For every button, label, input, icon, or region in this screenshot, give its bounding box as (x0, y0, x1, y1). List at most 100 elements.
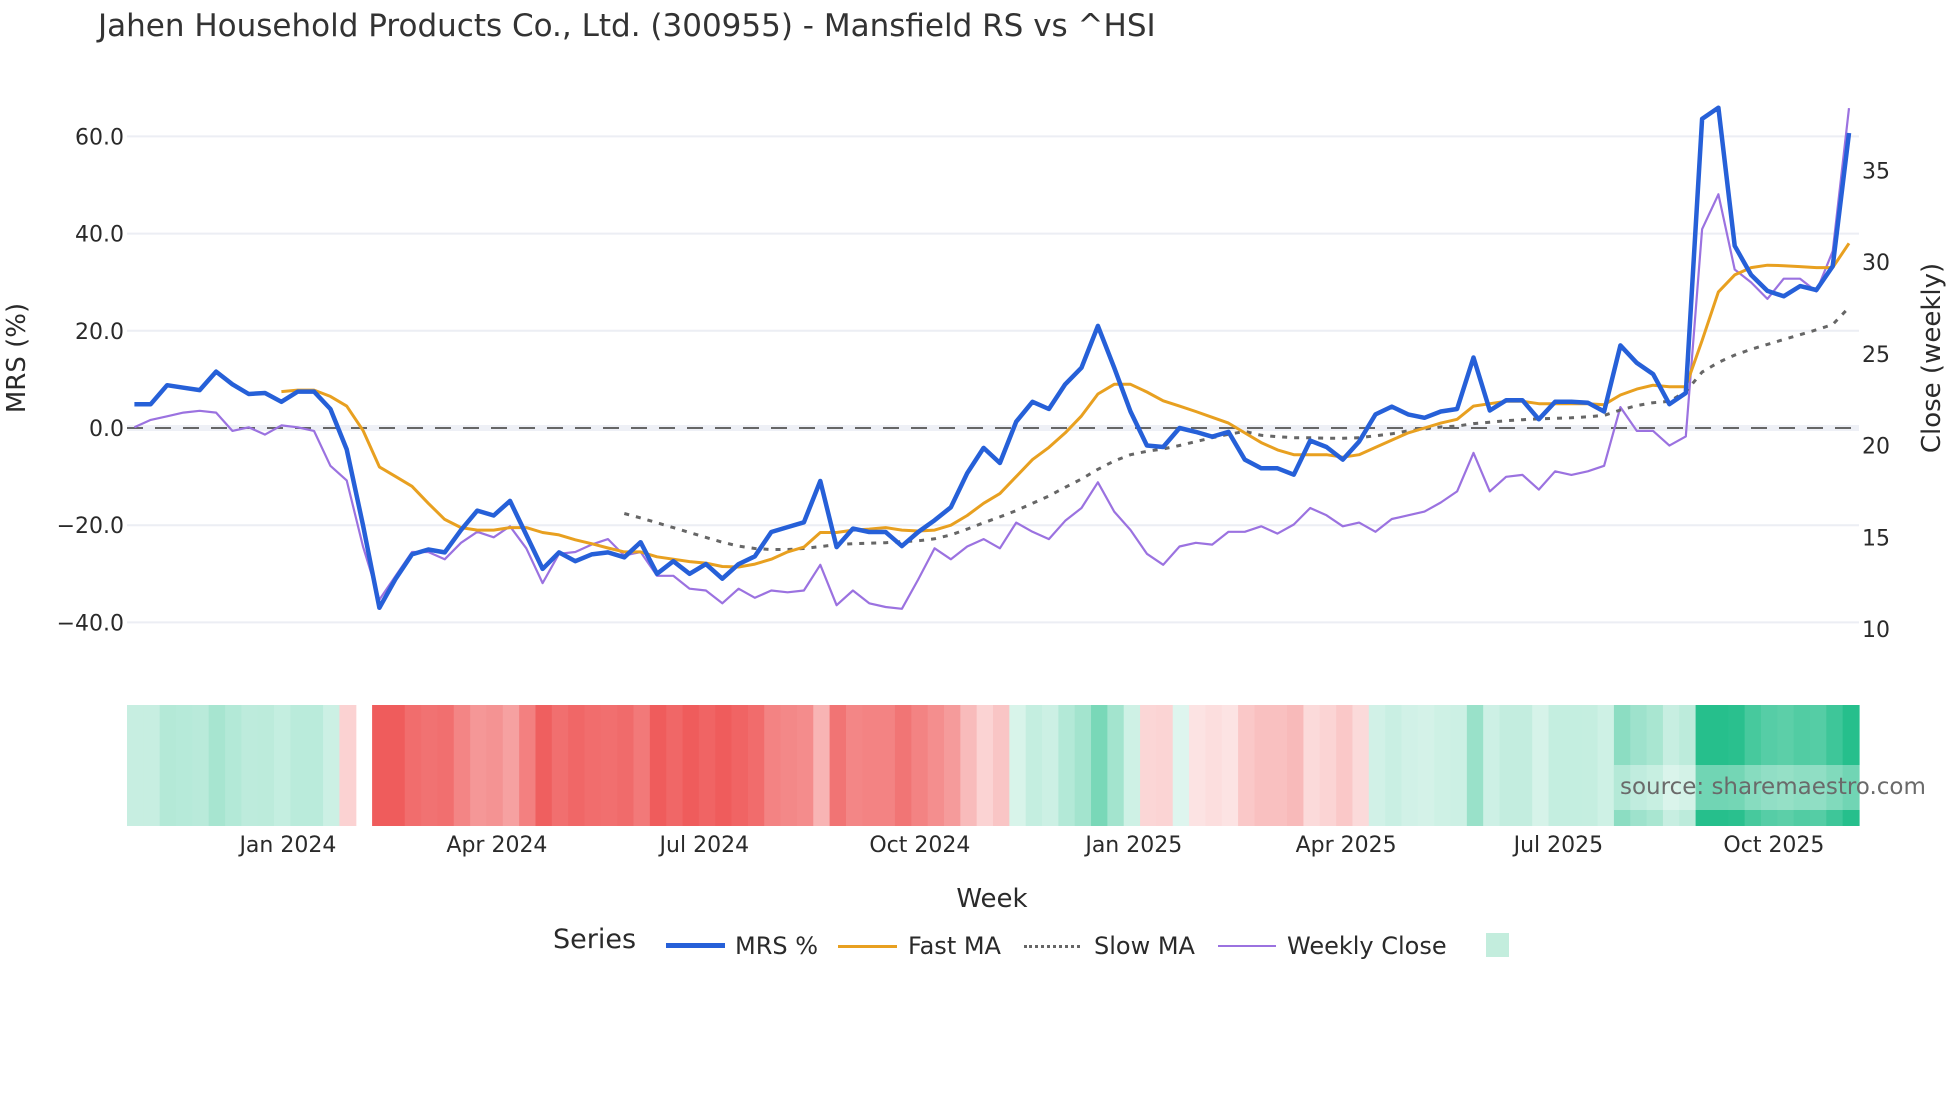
weekly-close-line (133, 107, 1851, 610)
heatmap-cell (1499, 705, 1517, 826)
heatmap-cell (600, 705, 618, 826)
legend-slow-ma-label[interactable]: Slow MA (1094, 932, 1195, 960)
heatmap-cell (1140, 705, 1157, 826)
x-tick-label: Oct 2024 (869, 833, 970, 858)
heatmap-cell (1434, 705, 1452, 826)
y2-tick-label: 20 (1862, 435, 1890, 460)
heatmap-cell (943, 705, 961, 826)
heatmap-cell (1319, 705, 1337, 826)
legend-fast-ma-label[interactable]: Fast MA (908, 932, 1001, 960)
heatmap-cell (1221, 705, 1239, 826)
legend-close-swatch[interactable] (1218, 945, 1276, 947)
heatmap-cell (780, 705, 798, 826)
heatmap-cell (486, 705, 504, 826)
heatmap-cell (274, 705, 291, 826)
heatmap-cell (1368, 705, 1386, 826)
heatmap-cell (372, 705, 390, 826)
heatmap-cell (617, 705, 635, 826)
heatmap-cell (927, 705, 945, 826)
heatmap-cell (1336, 705, 1354, 826)
heatmap-cell (1009, 705, 1027, 826)
legend-fast-ma-swatch[interactable] (838, 945, 897, 948)
heatmap-cell (437, 705, 455, 826)
heatmap-cell (1515, 705, 1533, 826)
heatmap-cell (1352, 705, 1370, 826)
heatmap-cell (829, 705, 847, 826)
heatmap-cell (1483, 705, 1501, 826)
heatmap-cell (1238, 705, 1256, 826)
x-tick-label: Jul 2025 (1512, 833, 1604, 858)
y2-tick-label: 15 (1862, 526, 1890, 551)
heatmap-cell (1107, 705, 1125, 826)
heatmap-cell (339, 705, 357, 826)
heatmap-cell (241, 705, 259, 826)
heatmap-cell (1091, 705, 1108, 826)
heatmap-cell (323, 705, 341, 826)
heatmap-cell (731, 705, 749, 826)
heatmap-cell (1205, 705, 1223, 826)
heatmap-cell (257, 705, 275, 826)
heatmap-cell (993, 705, 1010, 826)
heatmap-cell (535, 705, 553, 826)
right-y-axis-title: Close (weekly) (1917, 263, 1947, 453)
right-y-axis-ticks: 35 30 25 20 15 10 (1862, 160, 1890, 644)
heatmap-cell (453, 705, 471, 826)
x-axis-ticks: Jan 2024 Apr 2024 Jul 2024 Oct 2024 Jan 2025… (237, 833, 1824, 858)
heatmap-cell (960, 705, 978, 826)
heatmap-cell (1025, 705, 1043, 826)
heatmap-cell (1466, 705, 1484, 826)
heatmap-cell (1270, 705, 1288, 826)
heatmap-cell (127, 705, 144, 826)
heatmap-cell (1581, 705, 1599, 826)
heatmap-cell (796, 705, 814, 826)
left-y-axis-ticks: 60.0 40.0 20.0 0.0 −20.0 −40.0 (57, 125, 124, 636)
heatmap-cell (1254, 705, 1272, 826)
y-tick-label: 0.0 (89, 417, 124, 442)
y-tick-label: −20.0 (57, 514, 124, 539)
heatmap-cell (682, 705, 700, 826)
legend-mrs-label[interactable]: MRS % (735, 932, 818, 960)
heatmap-cell (1548, 705, 1566, 826)
y-tick-label: −40.0 (57, 611, 124, 636)
heatmap-cell (1417, 705, 1435, 826)
source-text: source: sharemaestro.com (1620, 774, 1926, 800)
heatmap-cell (551, 705, 569, 826)
heatmap-cell (225, 705, 242, 826)
heatmap-cell (1287, 705, 1305, 826)
legend-mrs-swatch[interactable] (666, 943, 725, 948)
heatmap-cell (192, 705, 210, 826)
heatmap-cell (1123, 705, 1141, 826)
left-y-axis-title: MRS (%) (2, 303, 32, 413)
heatmap-cell (1303, 705, 1321, 826)
heatmap-cell (143, 705, 161, 826)
heatmap-cell (1385, 705, 1403, 826)
heatmap-cell (584, 705, 602, 826)
rs-heatmap-strip (127, 705, 1860, 826)
heatmap-cell (388, 705, 406, 826)
heatmap-cell (698, 705, 716, 826)
heatmap-cell (813, 705, 831, 826)
x-axis-title: Week (956, 884, 1027, 914)
legend-title: Series (553, 924, 637, 955)
heatmap-cell (633, 705, 651, 826)
heatmap-cell (1189, 705, 1207, 826)
heatmap-cell (290, 705, 308, 826)
heatmap-cell (1156, 705, 1174, 826)
heatmap-cell (568, 705, 586, 826)
heatmap-cell (519, 705, 537, 826)
y2-tick-label: 10 (1862, 618, 1890, 643)
heatmap-cell (976, 705, 994, 826)
heatmap-cell (1172, 705, 1190, 826)
legend-close-label[interactable]: Weekly Close (1287, 932, 1447, 960)
y-tick-label: 60.0 (75, 125, 124, 150)
heatmap-cell (208, 705, 226, 826)
heatmap-cell (1058, 705, 1076, 826)
gridlines (127, 135, 1859, 624)
y-tick-label: 20.0 (75, 320, 124, 345)
heatmap-cell (894, 705, 912, 826)
legend-slow-ma-swatch[interactable] (1024, 945, 1080, 948)
y2-tick-label: 25 (1862, 343, 1890, 368)
heatmap-cell (1042, 705, 1059, 826)
legend-heatmap-swatch[interactable] (1486, 933, 1509, 957)
heatmap-cell (306, 705, 324, 826)
